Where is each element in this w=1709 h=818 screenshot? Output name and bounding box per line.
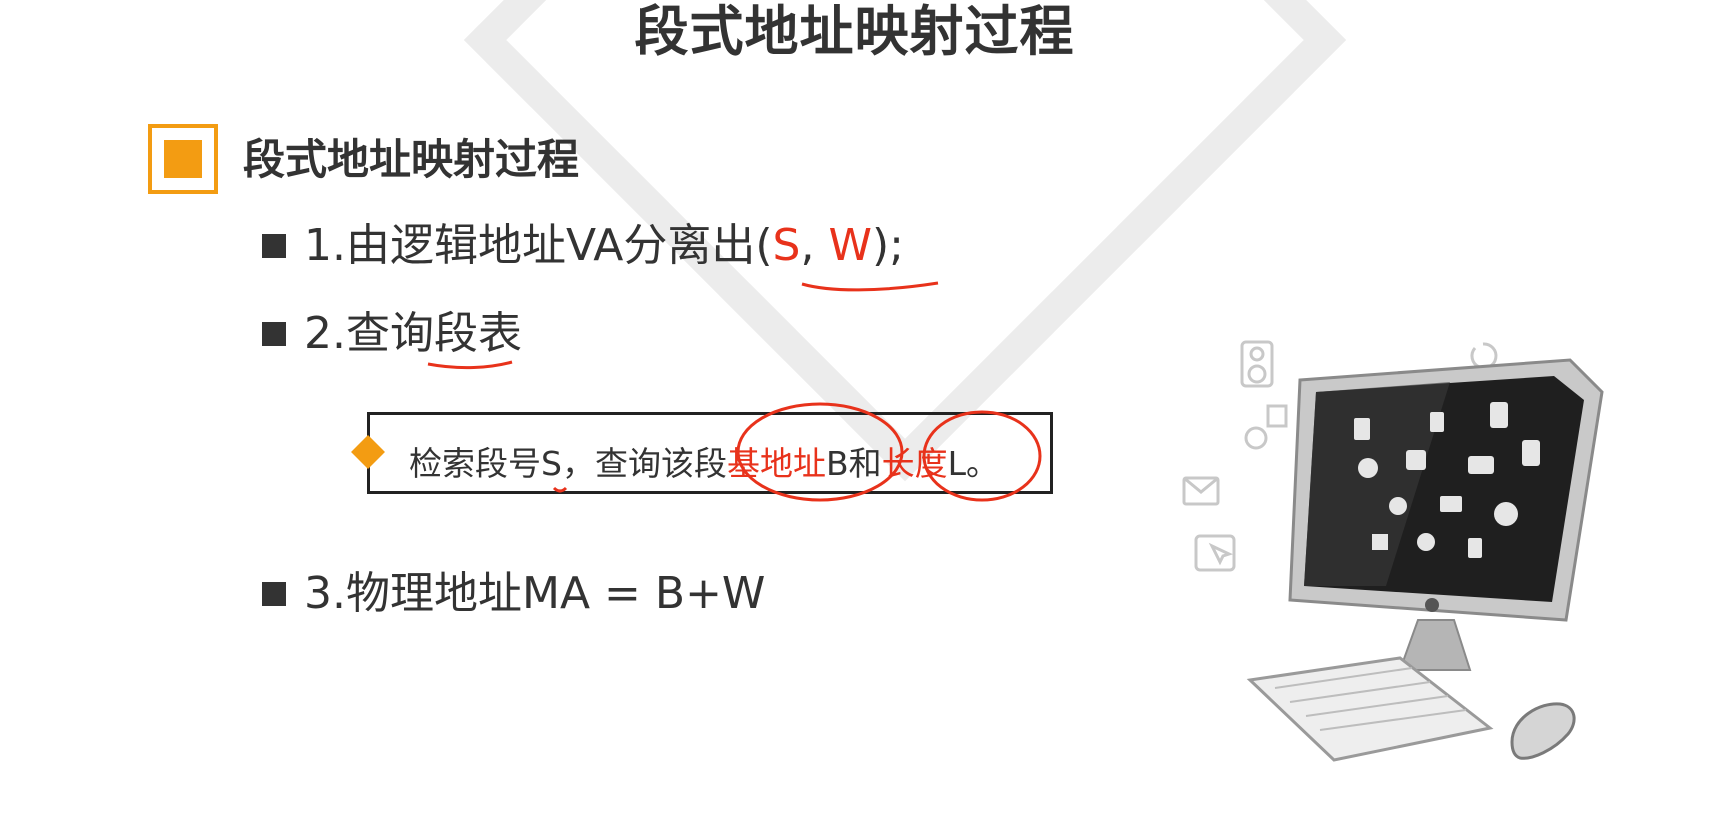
bullet-square-icon [262,234,286,258]
step-1-segment-s: S [772,220,801,271]
step-3: 3.物理地址MA = B+W [262,562,765,626]
detail-base-address: 基地址 [726,444,826,483]
step-3-text: 3.物理地址MA = B+W [304,568,766,619]
bullet-square-icon [262,582,286,606]
monitor-stand [1398,619,1472,671]
detail-length: 长度 [881,444,948,483]
power-button [1425,598,1439,612]
section-square-icon [148,124,218,194]
step-2: 2.查询段表 [262,302,522,366]
step-1-separator: , [800,220,829,271]
detail-part-2: B和 [825,444,882,483]
computer-mouse [1510,702,1576,760]
step-1: 1.由逻辑地址VA分离出(S, W); [262,214,904,278]
detail-part-1: 检索段号S，查询该段 [409,444,727,483]
computer-illustration [1182,340,1604,762]
bullet-square-icon [262,322,286,346]
step-1-prefix: 1.由逻辑地址VA分离出( [304,220,773,271]
slide-title: 段式地址映射过程 [634,0,1075,63]
step-2-text: 2.查询段表 [304,308,522,359]
section-heading: 段式地址映射过程 [243,135,580,184]
step-1-suffix: ); [871,220,904,271]
detail-text: 检索段号S，查询该段基地址B和长度L。 [409,436,999,492]
detail-part-3: L。 [947,444,999,483]
step-1-offset-w: W [828,220,872,271]
